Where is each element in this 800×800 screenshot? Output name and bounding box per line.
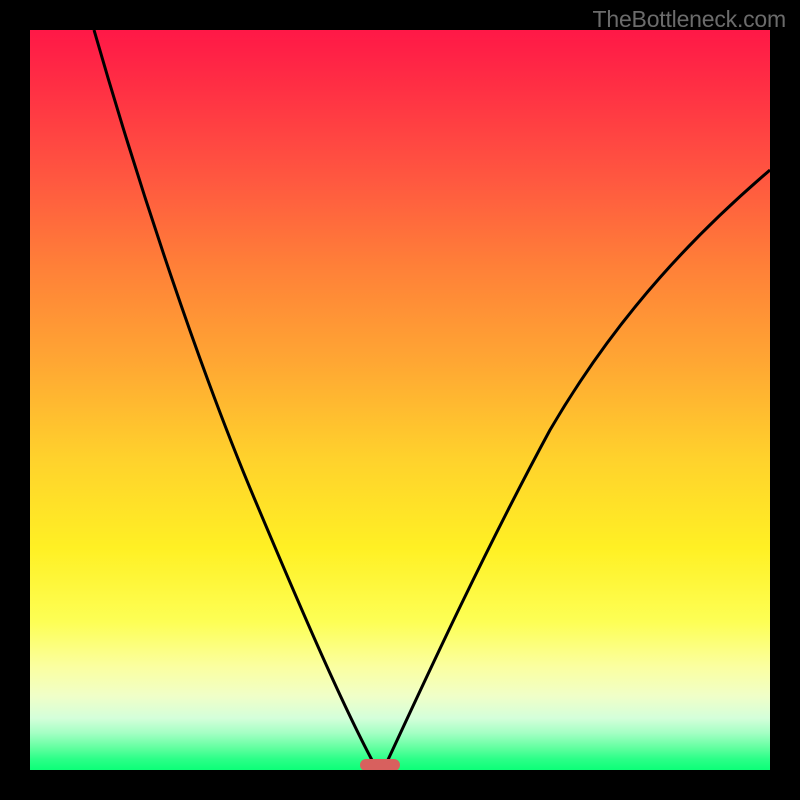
curve-right-branch: [387, 170, 770, 762]
optimal-marker: [360, 759, 400, 770]
bottleneck-curve: [30, 30, 770, 770]
curve-left-branch: [94, 30, 373, 762]
watermark-text: TheBottleneck.com: [593, 6, 786, 33]
chart-frame: [30, 30, 770, 770]
